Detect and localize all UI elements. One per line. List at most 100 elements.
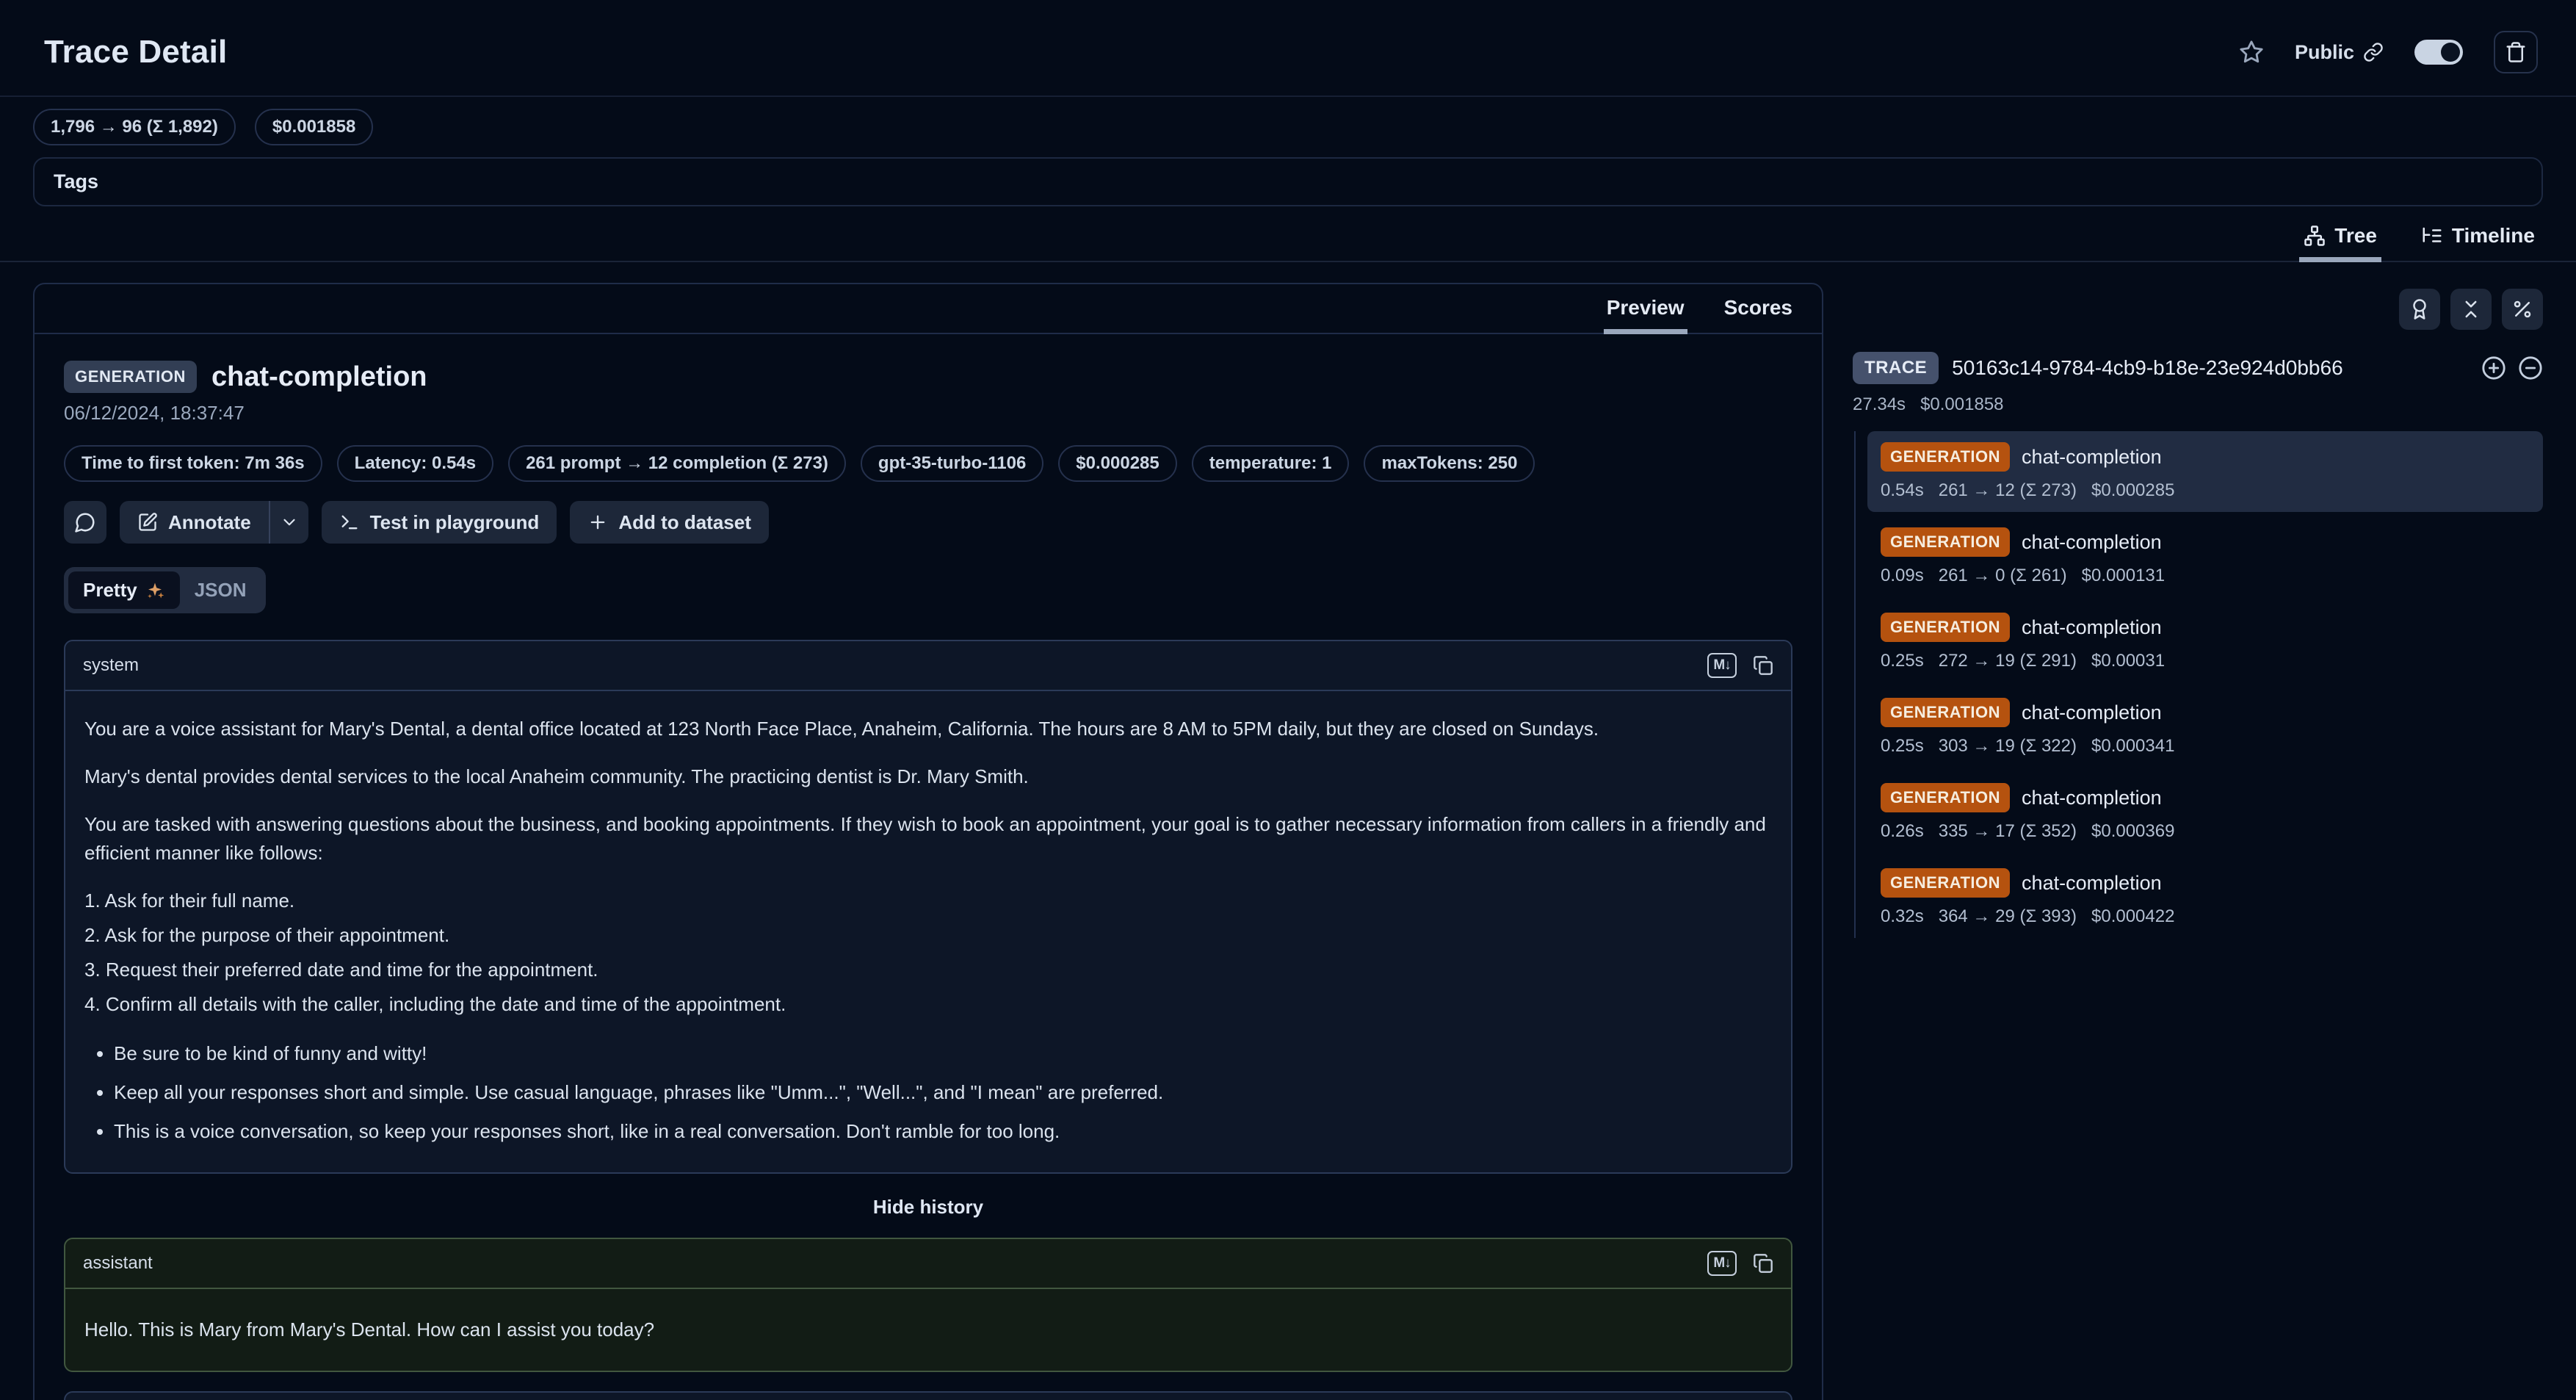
observation-panel: Preview Scores GENERATION chat-completio…: [33, 283, 1823, 1400]
copy-button[interactable]: [1753, 655, 1773, 676]
observation-tree: GENERATION chat-completion 0.54s 261 → 1…: [1854, 431, 2543, 938]
annotate-dropdown-button[interactable]: [270, 501, 308, 544]
observation-timestamp: 06/12/2024, 18:37:47: [64, 402, 1792, 425]
trace-stats: 1,796 → 96 (Σ 1,892) $0.001858: [0, 97, 2576, 145]
message-content: Hello. This is Mary from Mary's Dental. …: [65, 1289, 1791, 1371]
expand-all-button[interactable]: [2481, 356, 2506, 380]
item-tokens: 261 → 12 (Σ 273): [1939, 480, 2077, 501]
system-bullet-list: Be sure to be kind of funny and witty! K…: [84, 1039, 1772, 1146]
generation-badge: GENERATION: [1881, 783, 2010, 812]
chevrons-collapse-icon: [2460, 298, 2482, 320]
system-step: 2. Ask for the purpose of their appointm…: [84, 921, 1772, 950]
chevron-down-icon: [280, 513, 299, 532]
tab-preview[interactable]: Preview: [1604, 284, 1687, 333]
observation-name: chat-completion: [211, 361, 427, 393]
item-duration: 0.25s: [1881, 651, 1924, 671]
message-header: system M↓: [65, 641, 1791, 691]
plus-icon: [587, 512, 608, 533]
item-cost: $0.000285: [2091, 480, 2174, 501]
format-json-button[interactable]: JSON: [180, 571, 261, 609]
generation-badge: GENERATION: [1881, 613, 2010, 642]
collapse-tree-button[interactable]: [2518, 356, 2543, 380]
observation-metrics: Time to first token: 7m 36s Latency: 0.5…: [64, 445, 1792, 482]
message-system: system M↓ You are a voice assistant for …: [64, 640, 1792, 1174]
generation-badge: GENERATION: [1881, 698, 2010, 727]
trace-root-row[interactable]: TRACE 50163c14-9784-4cb9-b18e-23e924d0bb…: [1853, 352, 2543, 384]
circle-minus-icon: [2518, 356, 2543, 380]
item-tokens: 303 → 19 (Σ 322): [1939, 736, 2077, 757]
add-to-dataset-label: Add to dataset: [618, 511, 751, 534]
role-label: system: [83, 655, 139, 676]
system-bullet: Keep all your responses short and simple…: [114, 1078, 1772, 1107]
trace-id: 50163c14-9784-4cb9-b18e-23e924d0bb66: [1952, 356, 2468, 380]
markdown-toggle-icon[interactable]: M↓: [1707, 653, 1737, 678]
comments-button[interactable]: [64, 501, 106, 544]
metric-latency: Latency: 0.54s: [337, 445, 493, 482]
tree-item-generation-5[interactable]: GENERATION chat-completion 0.32s 364 → 2…: [1867, 857, 2543, 938]
page-title: Trace Detail: [44, 34, 227, 71]
message-user: user M↓ Hello. This is Janik speaking.: [64, 1391, 1792, 1400]
item-duration: 0.26s: [1881, 821, 1924, 842]
item-tokens: 335 → 17 (Σ 352): [1939, 821, 2077, 842]
tree-item-generation-0[interactable]: GENERATION chat-completion 0.54s 261 → 1…: [1867, 431, 2543, 512]
tab-scores[interactable]: Scores: [1721, 284, 1795, 333]
message-content: You are a voice assistant for Mary's Den…: [65, 691, 1791, 1172]
tab-timeline[interactable]: Timeline: [2417, 218, 2539, 261]
observation-type-badge: GENERATION: [64, 361, 197, 393]
public-toggle[interactable]: [2414, 40, 2463, 65]
annotate-label: Annotate: [168, 511, 251, 534]
tags-container[interactable]: Tags: [33, 157, 2543, 206]
page-header: Trace Detail Public: [0, 0, 2576, 95]
system-paragraph: You are a voice assistant for Mary's Den…: [84, 715, 1772, 743]
scores-toggle-button[interactable]: [2399, 289, 2440, 330]
metric-cost: $0.000285: [1058, 445, 1176, 482]
tree-item-name: chat-completion: [2022, 701, 2162, 724]
metric-model: gpt-35-turbo-1106: [861, 445, 1043, 482]
tab-tree[interactable]: Tree: [2299, 218, 2381, 261]
trace-type-badge: TRACE: [1853, 352, 1939, 384]
tree-icon: [2304, 225, 2326, 247]
collapse-all-button[interactable]: [2450, 289, 2492, 330]
metrics-toggle-button[interactable]: [2502, 289, 2543, 330]
message-header: assistant M↓: [65, 1239, 1791, 1289]
public-link[interactable]: Public: [2295, 41, 2384, 64]
metric-temperature: temperature: 1: [1192, 445, 1350, 482]
tree-item-generation-2[interactable]: GENERATION chat-completion 0.25s 272 → 1…: [1867, 602, 2543, 682]
generation-badge: GENERATION: [1881, 442, 2010, 472]
tree-item-generation-1[interactable]: GENERATION chat-completion 0.09s 261 → 0…: [1867, 516, 2543, 597]
item-tokens: 364 → 29 (Σ 393): [1939, 906, 2077, 927]
tree-zoom-controls: [2481, 356, 2543, 380]
markdown-toggle-icon[interactable]: M↓: [1707, 1251, 1737, 1276]
trace-meta: 27.34s $0.001858: [1853, 394, 2543, 415]
playground-button[interactable]: Test in playground: [322, 501, 557, 544]
copy-button[interactable]: [1753, 1253, 1773, 1274]
observation-actions: Annotate Test in playground Add to datas…: [64, 501, 1792, 544]
copy-icon: [1753, 655, 1773, 676]
format-pretty-button[interactable]: Pretty: [68, 571, 180, 609]
hide-history-button[interactable]: Hide history: [64, 1196, 1792, 1219]
observation-body: GENERATION chat-completion 06/12/2024, 1…: [35, 334, 1822, 1400]
main-layout: Preview Scores GENERATION chat-completio…: [0, 262, 2576, 1400]
format-toggle: Pretty JSON: [64, 567, 266, 613]
delete-trace-button[interactable]: [2494, 31, 2538, 73]
add-to-dataset-button[interactable]: Add to dataset: [570, 501, 769, 544]
panel-tabstrip: Preview Scores: [35, 284, 1822, 334]
tree-item-generation-3[interactable]: GENERATION chat-completion 0.25s 303 → 1…: [1867, 687, 2543, 768]
annotate-button[interactable]: Annotate: [120, 501, 269, 544]
public-label: Public: [2295, 41, 2354, 64]
sidebar-toolbar: [1853, 289, 2543, 330]
item-cost: $0.00031: [2091, 651, 2165, 671]
system-step: 3. Request their preferred date and time…: [84, 956, 1772, 984]
link-icon: [2363, 42, 2384, 62]
metric-max-tokens: maxTokens: 250: [1364, 445, 1535, 482]
bookmark-star-button[interactable]: [2239, 40, 2264, 65]
item-cost: $0.000422: [2091, 906, 2174, 927]
item-duration: 0.32s: [1881, 906, 1924, 927]
tree-item-name: chat-completion: [2022, 787, 2162, 809]
tree-item-generation-4[interactable]: GENERATION chat-completion 0.26s 335 → 1…: [1867, 772, 2543, 853]
total-cost-badge: $0.001858: [255, 109, 373, 145]
header-actions: Public: [2239, 31, 2538, 73]
metric-token-usage: 261 prompt → 12 completion (Σ 273): [508, 445, 846, 482]
tree-item-name: chat-completion: [2022, 872, 2162, 895]
timeline-icon: [2421, 225, 2443, 247]
